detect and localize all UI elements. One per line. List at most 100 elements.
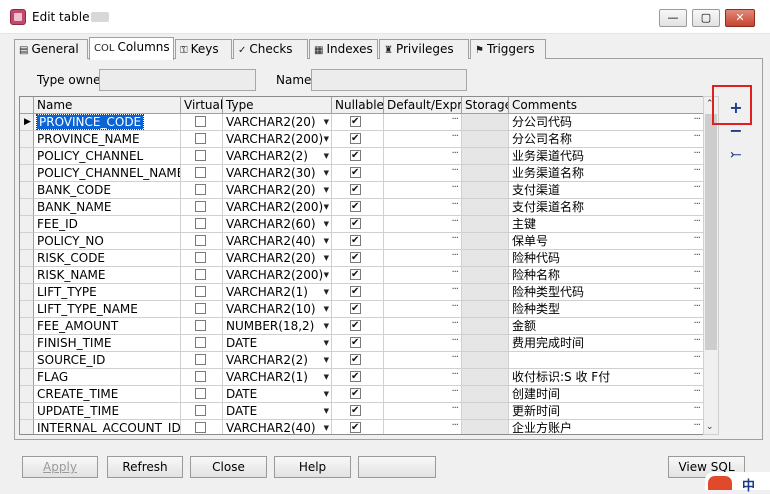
name-cell[interactable]: FINISH_TIME bbox=[34, 335, 181, 352]
comment-cell[interactable]: 险种代码 ··· bbox=[509, 250, 703, 267]
ellipsis-icon[interactable]: ··· bbox=[451, 182, 458, 196]
storage-cell[interactable] bbox=[462, 182, 509, 199]
nullable-checkbox[interactable] bbox=[350, 148, 361, 164]
type-select[interactable]: VARCHAR2(30) ▼ bbox=[223, 165, 332, 182]
tab-keys[interactable]: ⚿ Keys bbox=[175, 39, 232, 59]
ellipsis-icon[interactable]: ··· bbox=[451, 301, 458, 315]
tab-checks[interactable]: ✓ Checks bbox=[233, 39, 308, 59]
virtual-checkbox[interactable] bbox=[195, 133, 206, 144]
default-expr-cell[interactable]: ··· bbox=[384, 114, 462, 131]
ellipsis-icon[interactable]: ··· bbox=[451, 335, 458, 349]
dropdown-arrow-icon[interactable]: ▼ bbox=[324, 301, 329, 317]
storage-cell[interactable] bbox=[462, 420, 509, 434]
comment-cell[interactable]: 保单号 ··· bbox=[509, 233, 703, 250]
default-expr-cell[interactable]: ··· bbox=[384, 352, 462, 369]
name-cell[interactable]: LIFT_TYPE bbox=[34, 284, 181, 301]
nullable-checkbox[interactable] bbox=[350, 114, 361, 130]
virtual-checkbox[interactable] bbox=[195, 371, 206, 382]
nullable-checkbox[interactable] bbox=[350, 420, 361, 434]
comment-cell[interactable]: 业务渠道代码 ··· bbox=[509, 148, 703, 165]
default-expr-cell[interactable]: ··· bbox=[384, 148, 462, 165]
storage-cell[interactable] bbox=[462, 369, 509, 386]
ellipsis-icon[interactable]: ··· bbox=[451, 403, 458, 417]
nullable-checkbox[interactable] bbox=[350, 165, 361, 181]
maximize-button[interactable]: ▢ bbox=[692, 9, 720, 27]
table-row[interactable]: RISK_NAME VARCHAR2(200)▼ ··· 险种名称 ··· bbox=[20, 267, 703, 284]
virtual-checkbox[interactable] bbox=[195, 235, 206, 246]
storage-cell[interactable] bbox=[462, 165, 509, 182]
ellipsis-icon[interactable]: ··· bbox=[451, 318, 458, 332]
table-row[interactable]: RISK_CODE VARCHAR2(20) ▼ ··· 险种代码 ··· bbox=[20, 250, 703, 267]
virtual-checkbox[interactable] bbox=[195, 201, 206, 212]
table-row[interactable]: BANK_CODE VARCHAR2(20) ▼ ··· 支付渠道 ··· bbox=[20, 182, 703, 199]
storage-cell[interactable] bbox=[462, 335, 509, 352]
type-select[interactable]: VARCHAR2(20) ▼ bbox=[223, 250, 332, 267]
ellipsis-icon[interactable]: ··· bbox=[693, 403, 700, 417]
nullable-checkbox[interactable] bbox=[350, 318, 361, 334]
storage-cell[interactable] bbox=[462, 131, 509, 148]
virtual-checkbox[interactable] bbox=[195, 354, 206, 365]
default-expr-cell[interactable]: ··· bbox=[384, 131, 462, 148]
virtual-checkbox[interactable] bbox=[195, 337, 206, 348]
nullable-checkbox[interactable] bbox=[350, 284, 361, 300]
default-expr-cell[interactable]: ··· bbox=[384, 216, 462, 233]
storage-cell[interactable] bbox=[462, 318, 509, 335]
virtual-checkbox[interactable] bbox=[195, 116, 206, 127]
type-select[interactable]: VARCHAR2(40) ▼ bbox=[223, 233, 332, 250]
close-button[interactable]: Close bbox=[190, 456, 267, 478]
storage-cell[interactable] bbox=[462, 114, 509, 131]
header-default-expr[interactable]: Default/Expr. bbox=[384, 97, 462, 114]
nullable-checkbox[interactable] bbox=[350, 301, 361, 317]
apply-button[interactable]: Apply bbox=[22, 456, 98, 478]
table-row[interactable]: FEE_AMOUNT NUMBER(18,2) ▼ ··· 金额 ··· bbox=[20, 318, 703, 335]
dropdown-arrow-icon[interactable]: ▼ bbox=[324, 318, 329, 334]
dropdown-arrow-icon[interactable]: ▼ bbox=[324, 131, 329, 147]
comment-cell[interactable]: 企业方账户 ··· bbox=[509, 420, 703, 434]
ellipsis-icon[interactable]: ··· bbox=[451, 386, 458, 400]
tab-indexes[interactable]: ▦ Indexes bbox=[309, 39, 378, 59]
storage-cell[interactable] bbox=[462, 284, 509, 301]
dropdown-arrow-icon[interactable]: ▼ bbox=[324, 114, 329, 130]
type-select[interactable]: VARCHAR2(20) ▼ bbox=[223, 114, 332, 131]
ellipsis-icon[interactable]: ··· bbox=[451, 250, 458, 264]
ellipsis-icon[interactable]: ··· bbox=[451, 148, 458, 162]
type-select[interactable]: DATE ▼ bbox=[223, 403, 332, 420]
ellipsis-icon[interactable]: ··· bbox=[451, 165, 458, 179]
comment-cell[interactable]: 收付标识:S 收 F付 ··· bbox=[509, 369, 703, 386]
columns-grid[interactable]: Name Virtual Type Nullable Default/Expr. Stor… bbox=[19, 96, 704, 435]
virtual-checkbox[interactable] bbox=[195, 218, 206, 229]
default-expr-cell[interactable]: ··· bbox=[384, 335, 462, 352]
help-button[interactable]: Help bbox=[274, 456, 351, 478]
ellipsis-icon[interactable]: ··· bbox=[451, 267, 458, 281]
virtual-checkbox[interactable] bbox=[195, 286, 206, 297]
type-select[interactable]: NUMBER(18,2) ▼ bbox=[223, 318, 332, 335]
table-row[interactable]: POLICY_CHANNEL_NAMEVARCHAR2(30)▼···业务渠道名… bbox=[20, 165, 703, 182]
ellipsis-icon[interactable]: ··· bbox=[693, 199, 700, 213]
comment-cell[interactable]: ··· bbox=[509, 352, 703, 369]
default-expr-cell[interactable]: ··· bbox=[384, 420, 462, 434]
ellipsis-icon[interactable]: ··· bbox=[451, 352, 458, 366]
name-cell[interactable]: LIFT_TYPE_NAME bbox=[34, 301, 181, 318]
comment-cell[interactable]: 分公司名称 ··· bbox=[509, 131, 703, 148]
comment-cell[interactable]: 支付渠道名称 ··· bbox=[509, 199, 703, 216]
type-select[interactable]: VARCHAR2(20) ▼ bbox=[223, 182, 332, 199]
name-cell[interactable]: PROVINCE_NAME bbox=[34, 131, 181, 148]
storage-cell[interactable] bbox=[462, 301, 509, 318]
nullable-checkbox[interactable] bbox=[350, 182, 361, 198]
scroll-thumb[interactable] bbox=[705, 114, 717, 350]
dropdown-arrow-icon[interactable]: ▼ bbox=[324, 182, 329, 198]
ellipsis-icon[interactable]: ··· bbox=[451, 284, 458, 298]
name-cell[interactable]: FEE_AMOUNT bbox=[34, 318, 181, 335]
type-select[interactable]: DATE ▼ bbox=[223, 386, 332, 403]
ellipsis-icon[interactable]: ··· bbox=[693, 148, 700, 162]
name-cell[interactable]: PROVINCE_CODE bbox=[34, 114, 181, 131]
virtual-checkbox[interactable] bbox=[195, 422, 206, 433]
grid-scrollbar[interactable]: ⌃ ⌄ bbox=[703, 96, 719, 435]
nullable-checkbox[interactable] bbox=[350, 233, 361, 249]
table-row[interactable]: FLAG VARCHAR2(1) ▼ ··· 收付标识:S 收 F付 ··· bbox=[20, 369, 703, 386]
default-expr-cell[interactable]: ··· bbox=[384, 250, 462, 267]
dropdown-arrow-icon[interactable]: ▼ bbox=[324, 386, 329, 402]
default-expr-cell[interactable]: ··· bbox=[384, 233, 462, 250]
table-row[interactable]: LIFT_TYPE_NAME VARCHAR2(10) ▼ ··· 险种类型 ··· bbox=[20, 301, 703, 318]
default-expr-cell[interactable]: ··· bbox=[384, 199, 462, 216]
